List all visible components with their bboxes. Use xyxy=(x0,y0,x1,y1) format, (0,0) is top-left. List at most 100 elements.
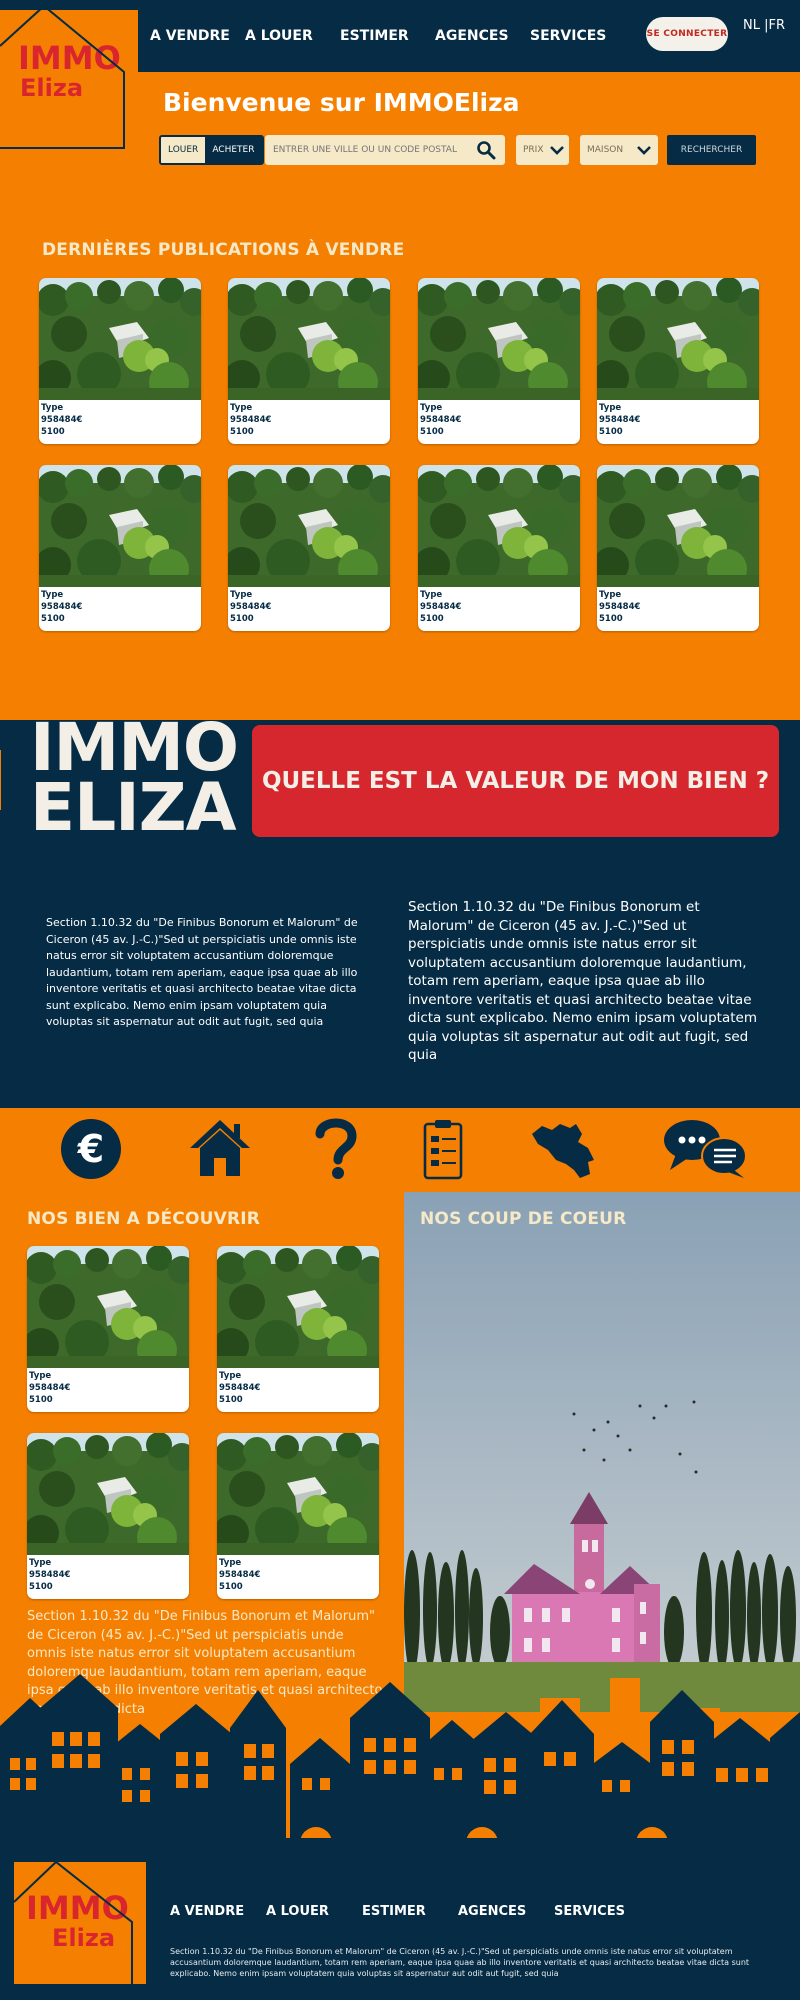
property-zip: 5100 xyxy=(41,427,65,437)
property-card[interactable]: Type 958484€ 5100 xyxy=(418,465,580,631)
property-price: 958484€ xyxy=(29,1570,71,1580)
property-price: 958484€ xyxy=(230,415,272,425)
property-zip: 5100 xyxy=(599,427,623,437)
nav-services[interactable]: SERVICES xyxy=(530,28,625,44)
property-card[interactable]: Type 958484€ 5100 xyxy=(39,278,201,444)
intro-paragraph-right: Section 1.10.32 du "De Finibus Bonorum e… xyxy=(408,899,757,1063)
property-zip: 5100 xyxy=(420,614,444,624)
property-zip: 5100 xyxy=(29,1395,53,1405)
property-card[interactable]: Type 958484€ 5100 xyxy=(27,1433,189,1599)
property-type: Type xyxy=(41,590,64,600)
property-price: 958484€ xyxy=(41,602,83,612)
property-card[interactable]: Type 958484€ 5100 xyxy=(597,278,759,444)
property-type: Type xyxy=(41,403,64,413)
property-zip: 5100 xyxy=(219,1395,243,1405)
valuation-button[interactable]: QUELLE EST LA VALEUR DE MON BIEN ? xyxy=(252,725,779,837)
login-button[interactable]: SE CONNECTER xyxy=(646,17,728,51)
city-skyline-illustration xyxy=(0,1674,800,1843)
question-icon[interactable] xyxy=(314,1116,358,1184)
footer-nav-agences[interactable]: AGENCES xyxy=(458,1904,554,1919)
footer-nav-a-louer[interactable]: A LOUER xyxy=(266,1904,362,1919)
section-title-coeur: NOS COUP DE COEUR xyxy=(420,1209,627,1229)
language-switcher[interactable]: NL |FR xyxy=(743,18,785,33)
property-price: 958484€ xyxy=(599,415,641,425)
section-title-latest: DERNIÈRES PUBLICATIONS À VENDRE xyxy=(42,240,405,260)
chevron-down-icon xyxy=(637,146,652,155)
property-photo xyxy=(418,278,580,400)
footer-logo-outline xyxy=(14,1860,133,1989)
property-type: Type xyxy=(219,1558,242,1568)
property-type: Type xyxy=(230,590,253,600)
nav-a-vendre[interactable]: A VENDRE xyxy=(150,28,245,44)
nav-a-louer[interactable]: A LOUER xyxy=(245,28,340,44)
property-type: Type xyxy=(230,403,253,413)
property-card[interactable]: Type 958484€ 5100 xyxy=(217,1433,379,1599)
nav-estimer[interactable]: ESTIMER xyxy=(340,28,435,44)
property-card[interactable]: Type 958484€ 5100 xyxy=(597,465,759,631)
property-photo xyxy=(418,465,580,587)
property-photo xyxy=(228,465,390,587)
footer-nav-a-vendre[interactable]: A VENDRE xyxy=(170,1904,266,1919)
property-photo xyxy=(27,1433,189,1555)
footer-nav-services[interactable]: SERVICES xyxy=(554,1904,650,1919)
property-zip: 5100 xyxy=(420,427,444,437)
property-zip: 5100 xyxy=(29,1582,53,1592)
property-photo xyxy=(597,278,759,400)
nav-agences[interactable]: AGENCES xyxy=(435,28,530,44)
property-price: 958484€ xyxy=(599,602,641,612)
buy-rent-toggle: LOUER ACHETER xyxy=(159,135,264,165)
featured-property-photo[interactable] xyxy=(404,1192,800,1712)
search-icon[interactable] xyxy=(476,140,496,160)
logo-house-outline xyxy=(0,0,125,149)
property-zip: 5100 xyxy=(599,614,623,624)
property-photo xyxy=(228,278,390,400)
property-type: Type xyxy=(29,1558,52,1568)
property-photo xyxy=(597,465,759,587)
property-zip: 5100 xyxy=(230,427,254,437)
intro-paragraph-left: Section 1.10.32 du "De Finibus Bonorum e… xyxy=(46,916,358,1028)
property-type-select[interactable]: MAISON xyxy=(580,135,658,165)
search-input[interactable] xyxy=(265,135,505,165)
toggle-louer[interactable]: LOUER xyxy=(161,137,206,163)
property-zip: 5100 xyxy=(219,1582,243,1592)
section-title-discover: NOS BIEN A DÉCOUVRIR xyxy=(27,1209,261,1229)
property-photo xyxy=(217,1433,379,1555)
property-card[interactable]: Type 958484€ 5100 xyxy=(228,465,390,631)
page-title: Bienvenue sur IMMOEliza xyxy=(163,88,520,117)
property-zip: 5100 xyxy=(230,614,254,624)
footer-nav-estimer[interactable]: ESTIMER xyxy=(362,1904,458,1919)
property-price: 958484€ xyxy=(219,1383,261,1393)
property-price: 958484€ xyxy=(230,602,272,612)
property-price: 958484€ xyxy=(420,415,462,425)
chevron-down-icon xyxy=(549,146,564,155)
property-price: 958484€ xyxy=(219,1570,261,1580)
footer-text: Section 1.10.32 du "De Finibus Bonorum e… xyxy=(170,1947,750,1978)
search-button[interactable]: RECHERCHER xyxy=(667,135,756,165)
belgium-map-icon[interactable] xyxy=(530,1120,596,1184)
euro-icon[interactable]: € xyxy=(60,1118,122,1184)
property-card[interactable]: Type 958484€ 5100 xyxy=(39,465,201,631)
house-icon[interactable] xyxy=(188,1116,252,1184)
property-price: 958484€ xyxy=(29,1383,71,1393)
brand-wordmark-eliza: ELIZA xyxy=(30,769,237,846)
property-type: Type xyxy=(599,590,622,600)
property-card[interactable]: Type 958484€ 5100 xyxy=(217,1246,379,1412)
property-card[interactable]: Type 958484€ 5100 xyxy=(27,1246,189,1412)
chat-icon[interactable] xyxy=(662,1118,747,1184)
property-type-label: MAISON xyxy=(587,145,624,155)
svg-text:€: € xyxy=(77,1127,104,1171)
property-type: Type xyxy=(420,403,443,413)
price-select-label: PRIX xyxy=(523,145,544,155)
property-photo xyxy=(27,1246,189,1368)
property-price: 958484€ xyxy=(41,415,83,425)
price-select[interactable]: PRIX xyxy=(516,135,569,165)
property-type: Type xyxy=(29,1371,52,1381)
toggle-acheter[interactable]: ACHETER xyxy=(205,137,262,163)
property-type: Type xyxy=(219,1371,242,1381)
property-card[interactable]: Type 958484€ 5100 xyxy=(418,278,580,444)
property-photo xyxy=(39,278,201,400)
property-card[interactable]: Type 958484€ 5100 xyxy=(228,278,390,444)
property-zip: 5100 xyxy=(41,614,65,624)
clipboard-icon[interactable] xyxy=(422,1118,464,1184)
property-photo xyxy=(217,1246,379,1368)
